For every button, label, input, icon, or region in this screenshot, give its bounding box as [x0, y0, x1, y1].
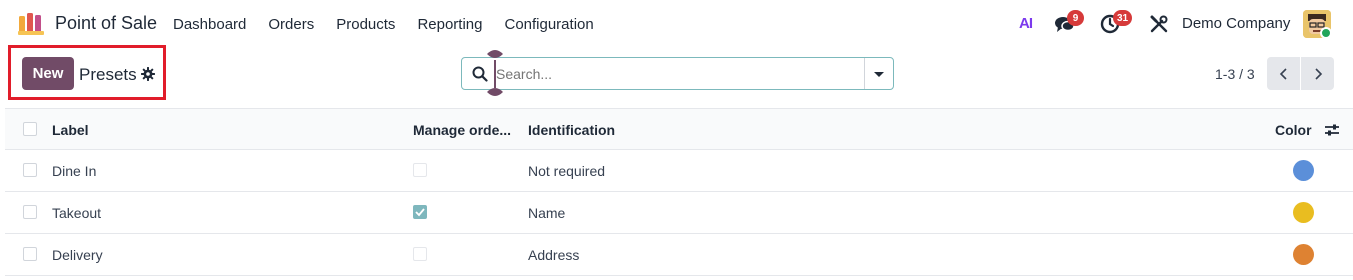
- row-checkbox[interactable]: [23, 247, 37, 261]
- menu-item-products[interactable]: Products: [325, 16, 406, 33]
- row-identification: Not required: [528, 163, 606, 179]
- top-navbar: Point of Sale Dashboard Orders Products …: [0, 0, 1353, 48]
- row-identification: Address: [528, 247, 580, 263]
- color-swatch: [1293, 160, 1314, 181]
- tools-icon[interactable]: [1150, 15, 1168, 33]
- chevron-right-icon: [1314, 67, 1322, 80]
- check-icon: [415, 208, 425, 217]
- row-identification: Name: [528, 205, 566, 221]
- column-header-manage-orders[interactable]: Manage orde...: [413, 122, 511, 138]
- online-status-dot: [1320, 27, 1332, 39]
- gear-icon[interactable]: [141, 67, 155, 81]
- new-button[interactable]: New: [22, 57, 74, 90]
- column-header-color[interactable]: Color: [1275, 122, 1312, 138]
- pos-app-icon[interactable]: [18, 13, 46, 35]
- color-swatch: [1293, 202, 1314, 223]
- app-name[interactable]: Point of Sale: [55, 13, 157, 34]
- text-cursor-handle-top: [487, 50, 503, 58]
- menu-item-dashboard[interactable]: Dashboard: [162, 16, 257, 33]
- column-header-label[interactable]: Label: [52, 122, 89, 138]
- search-input[interactable]: [496, 64, 856, 84]
- chat-count-badge: 9: [1067, 10, 1084, 26]
- select-all-checkbox[interactable]: [23, 122, 37, 136]
- row-label: Dine In: [52, 163, 97, 179]
- search-icon[interactable]: [472, 66, 488, 82]
- manage-orders-checkbox: [413, 163, 427, 177]
- menu-item-orders[interactable]: Orders: [257, 16, 325, 33]
- search-divider: [864, 58, 865, 89]
- text-cursor-handle-bottom: [487, 88, 503, 96]
- pager-next-button[interactable]: [1301, 57, 1334, 90]
- table-row[interactable]: Takeout Name: [5, 192, 1353, 234]
- manage-orders-checkbox: [413, 247, 427, 261]
- color-swatch: [1293, 244, 1314, 265]
- page-title: Presets: [79, 65, 137, 84]
- main-menu: Dashboard Orders Products Reporting Conf…: [162, 0, 605, 48]
- text-cursor: [494, 60, 496, 88]
- table-row[interactable]: Dine In Not required: [5, 150, 1353, 192]
- menu-item-configuration[interactable]: Configuration: [493, 16, 604, 33]
- row-label: Takeout: [52, 205, 102, 221]
- company-switcher[interactable]: Demo Company: [1182, 15, 1290, 32]
- chevron-left-icon: [1279, 67, 1287, 80]
- table-header: Label Manage orde... Identification Colo…: [5, 108, 1353, 150]
- pager-previous-button[interactable]: [1267, 57, 1300, 90]
- optional-columns-icon[interactable]: [1324, 123, 1340, 137]
- caret-down-icon[interactable]: [870, 67, 888, 81]
- activity-count-badge: 31: [1113, 10, 1133, 26]
- row-label: Delivery: [52, 247, 103, 263]
- row-checkbox[interactable]: [23, 205, 37, 219]
- menu-item-reporting[interactable]: Reporting: [406, 16, 493, 33]
- row-checkbox[interactable]: [23, 163, 37, 177]
- table-row[interactable]: Delivery Address: [5, 234, 1353, 276]
- ai-icon[interactable]: AI: [1019, 15, 1033, 32]
- manage-orders-checkbox: [413, 205, 427, 219]
- pager-value[interactable]: 1-3 / 3: [1215, 66, 1255, 82]
- search-bar: [461, 57, 894, 90]
- column-header-identification[interactable]: Identification: [528, 122, 615, 138]
